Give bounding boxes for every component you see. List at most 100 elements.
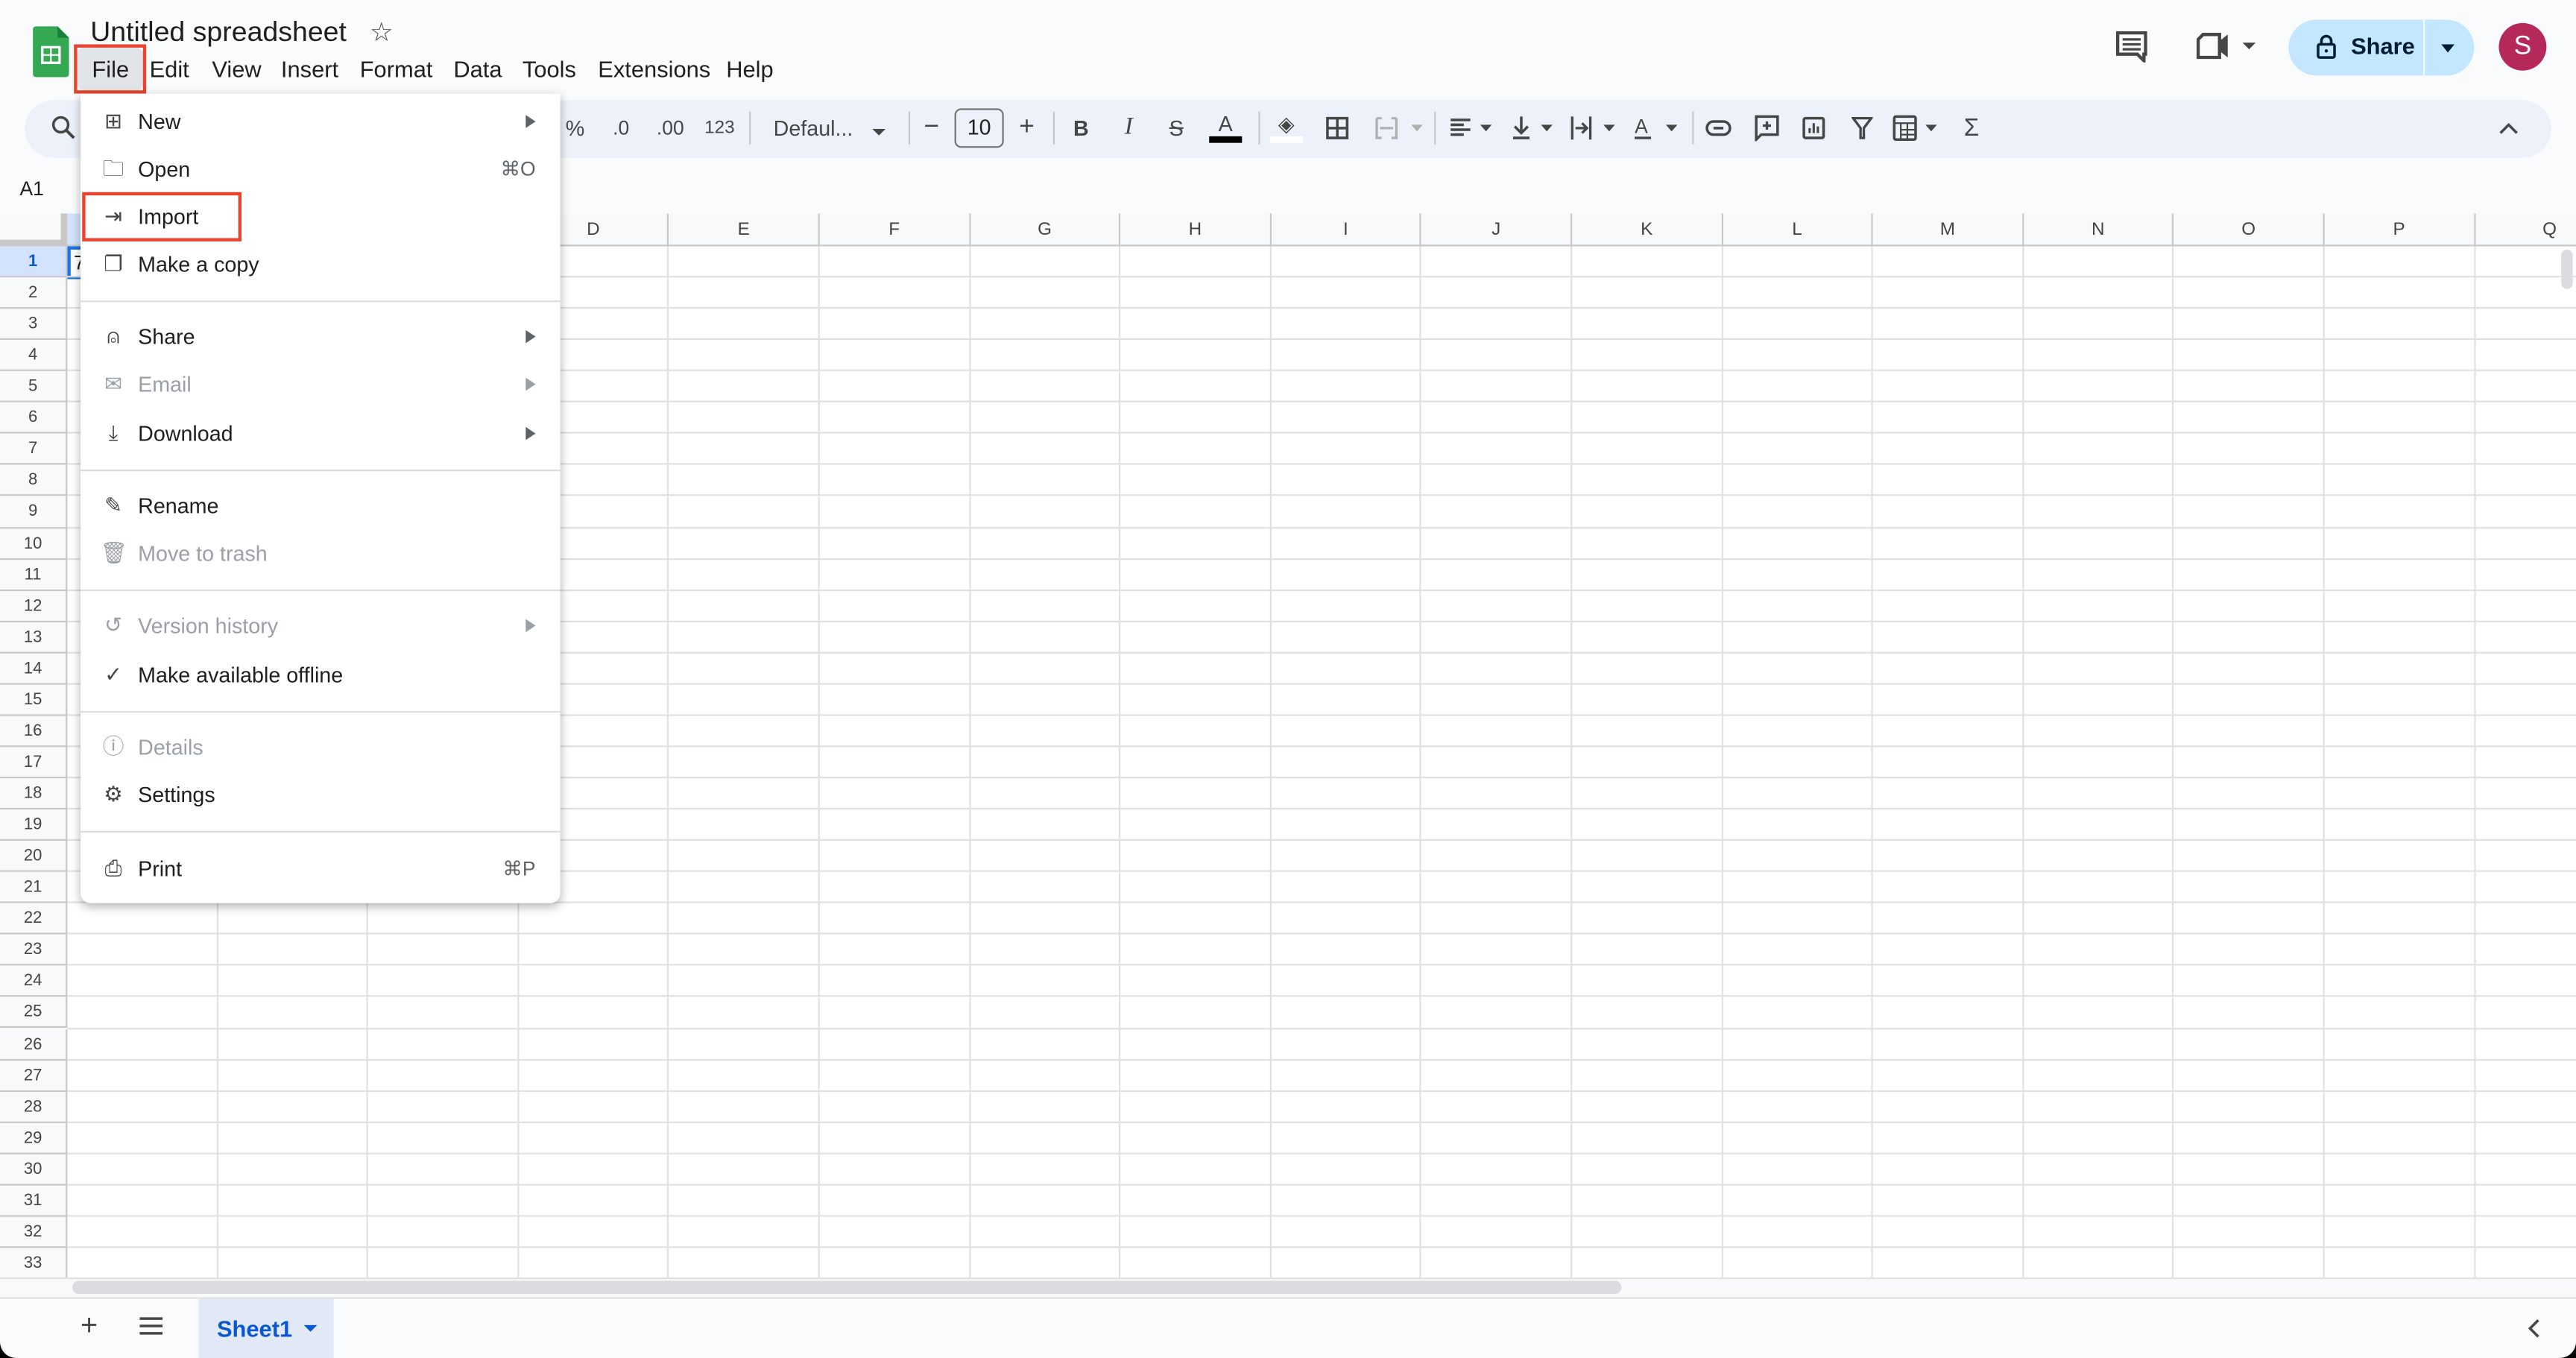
font-family-select[interactable]: Defaul... <box>774 116 853 140</box>
menu-edit[interactable]: Edit <box>150 56 189 82</box>
row-header-19[interactable]: 19 <box>0 809 68 841</box>
row-header-30[interactable]: 30 <box>0 1154 68 1186</box>
italic-button[interactable]: I <box>1125 114 1133 142</box>
insert-link-icon[interactable] <box>1705 120 1731 136</box>
increase-font-size-button[interactable]: + <box>1019 113 1035 143</box>
filter-views-icon[interactable] <box>1892 115 1942 142</box>
sheet-tab-caret-icon[interactable] <box>303 1324 318 1332</box>
font-dropdown-caret-icon[interactable] <box>872 116 886 140</box>
menu-item-open[interactable]: 🗀 Open ⌘O <box>80 145 561 193</box>
column-header-j[interactable]: J <box>1421 213 1573 247</box>
row-header-9[interactable]: 9 <box>0 496 68 528</box>
menu-item-rename[interactable]: ✎ Rename <box>80 482 561 530</box>
insert-comment-icon[interactable] <box>1755 115 1779 142</box>
add-sheet-button[interactable]: + <box>80 1309 98 1343</box>
column-header-m[interactable]: M <box>1873 213 2024 247</box>
row-header-17[interactable]: 17 <box>0 747 68 779</box>
row-header-16[interactable]: 16 <box>0 716 68 748</box>
menu-item-new[interactable]: ⊞ New <box>80 98 561 145</box>
column-header-k[interactable]: K <box>1572 213 1723 247</box>
row-header-13[interactable]: 13 <box>0 622 68 654</box>
row-header-11[interactable]: 11 <box>0 559 68 591</box>
column-header-e[interactable]: E <box>669 213 820 247</box>
menu-item-make-available-offline[interactable]: ✓ Make available offline <box>80 651 561 699</box>
number-format-button[interactable]: 123 <box>704 119 734 138</box>
borders-icon[interactable] <box>1326 116 1349 139</box>
name-box[interactable]: A1 <box>19 177 43 200</box>
functions-button[interactable]: Σ <box>1964 114 1979 142</box>
row-header-28[interactable]: 28 <box>0 1091 68 1123</box>
insert-chart-icon[interactable] <box>1802 116 1825 139</box>
menu-item-share[interactable]: ⍝ Share <box>80 313 561 361</box>
avatar[interactable]: S <box>2498 22 2547 71</box>
row-header-25[interactable]: 25 <box>0 997 68 1029</box>
sheet-tab-sheet1[interactable]: Sheet1 <box>198 1298 334 1358</box>
row-header-18[interactable]: 18 <box>0 778 68 810</box>
menu-item-settings[interactable]: ⚙ Settings <box>80 771 561 818</box>
row-header-1[interactable]: 1 <box>0 246 68 278</box>
menu-tools[interactable]: Tools <box>523 56 576 82</box>
collapse-toolbar-chevron-up-icon[interactable] <box>2498 121 2518 135</box>
column-header-h[interactable]: H <box>1120 213 1272 247</box>
text-rotation-icon[interactable]: A <box>1633 115 1682 141</box>
row-header-29[interactable]: 29 <box>0 1122 68 1155</box>
row-header-2[interactable]: 2 <box>0 277 68 309</box>
column-header-i[interactable]: I <box>1271 213 1422 247</box>
row-header-33[interactable]: 33 <box>0 1248 68 1278</box>
horizontal-scrollbar[interactable] <box>72 1280 1622 1295</box>
column-header-p[interactable]: P <box>2324 213 2475 247</box>
row-header-22[interactable]: 22 <box>0 903 68 935</box>
text-color-button[interactable]: A <box>1209 113 1243 143</box>
strikethrough-button[interactable]: S <box>1169 116 1184 140</box>
row-header-3[interactable]: 3 <box>0 309 68 341</box>
row-header-5[interactable]: 5 <box>0 371 68 403</box>
menu-format[interactable]: Format <box>360 56 433 82</box>
meet-icon[interactable] <box>2196 33 2262 60</box>
all-sheets-menu-icon[interactable] <box>139 1317 163 1335</box>
share-dropdown-button[interactable] <box>2425 19 2474 75</box>
decrease-decimal-button[interactable]: .0 <box>613 116 629 139</box>
column-header-g[interactable]: G <box>970 213 1121 247</box>
format-percent-button[interactable]: % <box>566 116 584 140</box>
row-header-21[interactable]: 21 <box>0 872 68 904</box>
column-header-q[interactable]: Q <box>2475 213 2576 247</box>
menu-item-print[interactable]: ⎙ Print ⌘P <box>80 844 561 892</box>
row-header-7[interactable]: 7 <box>0 434 68 466</box>
filter-icon[interactable] <box>1852 116 1873 139</box>
menu-item-download[interactable]: ⤓ Download <box>80 410 561 458</box>
horizontal-align-icon[interactable] <box>1449 116 1495 139</box>
row-header-23[interactable]: 23 <box>0 935 68 967</box>
row-header-12[interactable]: 12 <box>0 590 68 622</box>
row-header-20[interactable]: 20 <box>0 841 68 873</box>
row-header-15[interactable]: 15 <box>0 684 68 716</box>
comments-icon[interactable] <box>2115 31 2147 63</box>
decrease-font-size-button[interactable]: − <box>924 113 939 143</box>
sheets-logo-icon[interactable] <box>33 26 69 78</box>
column-header-n[interactable]: N <box>2024 213 2174 247</box>
menu-data[interactable]: Data <box>453 56 502 82</box>
row-header-6[interactable]: 6 <box>0 402 68 435</box>
increase-decimal-button[interactable]: .00 <box>657 116 684 139</box>
fill-color-icon[interactable]: ◈ <box>1269 113 1303 143</box>
font-size-input[interactable]: 10 <box>954 108 1004 148</box>
share-button[interactable]: Share <box>2288 19 2423 75</box>
column-header-o[interactable]: O <box>2174 213 2325 247</box>
row-header-27[interactable]: 27 <box>0 1060 68 1092</box>
row-header-10[interactable]: 10 <box>0 528 68 560</box>
select-all-corner[interactable] <box>0 213 68 247</box>
vertical-scrollbar[interactable] <box>2561 249 2573 289</box>
menu-view[interactable]: View <box>212 56 261 82</box>
menu-insert[interactable]: Insert <box>281 56 338 82</box>
bold-button[interactable]: B <box>1073 116 1089 140</box>
column-header-l[interactable]: L <box>1723 213 1874 247</box>
collapse-side-panel-chevron-left-icon[interactable] <box>2527 1318 2540 1338</box>
row-header-14[interactable]: 14 <box>0 653 68 685</box>
row-header-31[interactable]: 31 <box>0 1185 68 1217</box>
menu-help[interactable]: Help <box>726 56 773 82</box>
vertical-align-icon[interactable] <box>1512 115 1558 141</box>
row-header-26[interactable]: 26 <box>0 1029 68 1061</box>
menu-extensions[interactable]: Extensions <box>598 56 710 82</box>
row-header-4[interactable]: 4 <box>0 340 68 372</box>
row-header-32[interactable]: 32 <box>0 1216 68 1248</box>
row-header-8[interactable]: 8 <box>0 465 68 497</box>
